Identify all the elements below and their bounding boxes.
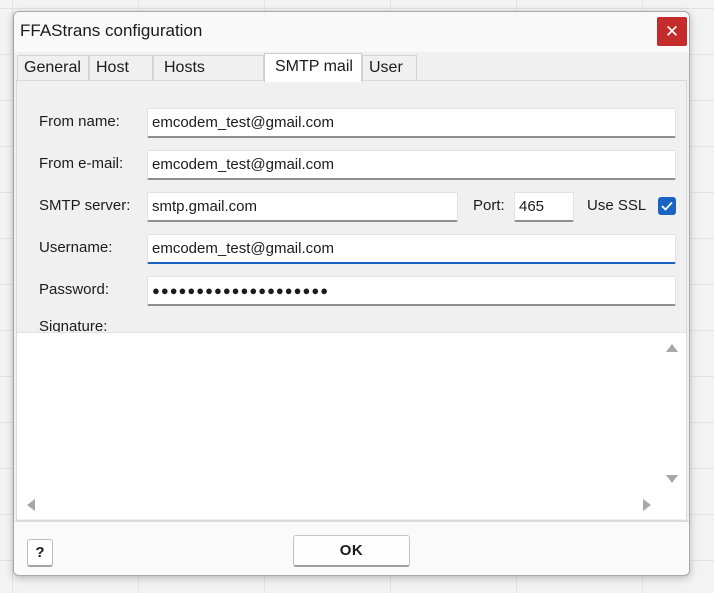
smtp-server-label: SMTP server:	[39, 197, 131, 214]
tab-host[interactable]: Host	[89, 55, 153, 80]
smtp-mail-panel: From name: emcodem_test@gmail.com From e…	[16, 80, 687, 521]
tab-strip: General Host Hosts groups SMTP mail User	[14, 53, 689, 100]
username-input[interactable]: emcodem_test@gmail.com	[147, 234, 676, 264]
from-name-label: From name:	[39, 113, 120, 130]
signature-textarea[interactable]	[17, 332, 686, 519]
use-ssl-label: Use SSL	[587, 197, 647, 214]
tab-general[interactable]: General	[17, 55, 89, 80]
port-label: Port:	[473, 197, 505, 214]
checkmark-icon	[661, 201, 673, 211]
scroll-right-icon[interactable]	[643, 499, 652, 511]
password-label: Password:	[39, 281, 110, 298]
close-icon: ✕	[664, 22, 680, 41]
from-email-label: From e-mail:	[39, 155, 124, 172]
dialog-button-bar: ? OK	[14, 521, 689, 575]
close-button[interactable]: ✕	[657, 17, 687, 46]
ok-button[interactable]: OK	[293, 535, 410, 567]
title-bar: FFAStrans configuration ✕	[14, 12, 689, 52]
from-name-input[interactable]: emcodem_test@gmail.com	[147, 108, 676, 138]
window-title: FFAStrans configuration	[20, 21, 203, 40]
configuration-dialog: FFAStrans configuration ✕ General Host H…	[13, 11, 690, 576]
scroll-left-icon[interactable]	[26, 499, 35, 511]
scroll-up-icon[interactable]	[666, 343, 678, 352]
help-button[interactable]: ?	[27, 539, 53, 567]
use-ssl-checkbox[interactable]	[658, 197, 676, 215]
tab-user[interactable]: User	[362, 55, 417, 80]
tab-smtp-mail[interactable]: SMTP mail	[264, 53, 362, 82]
tab-hosts-groups[interactable]: Hosts groups	[153, 55, 264, 100]
from-email-input[interactable]: emcodem_test@gmail.com	[147, 150, 676, 180]
password-input[interactable]: ●●●●●●●●●●●●●●●●●●●●	[147, 276, 676, 306]
smtp-server-input[interactable]: smtp.gmail.com	[147, 192, 458, 222]
port-input[interactable]: 465	[514, 192, 574, 222]
username-label: Username:	[39, 239, 113, 256]
scroll-down-icon[interactable]	[666, 475, 678, 484]
